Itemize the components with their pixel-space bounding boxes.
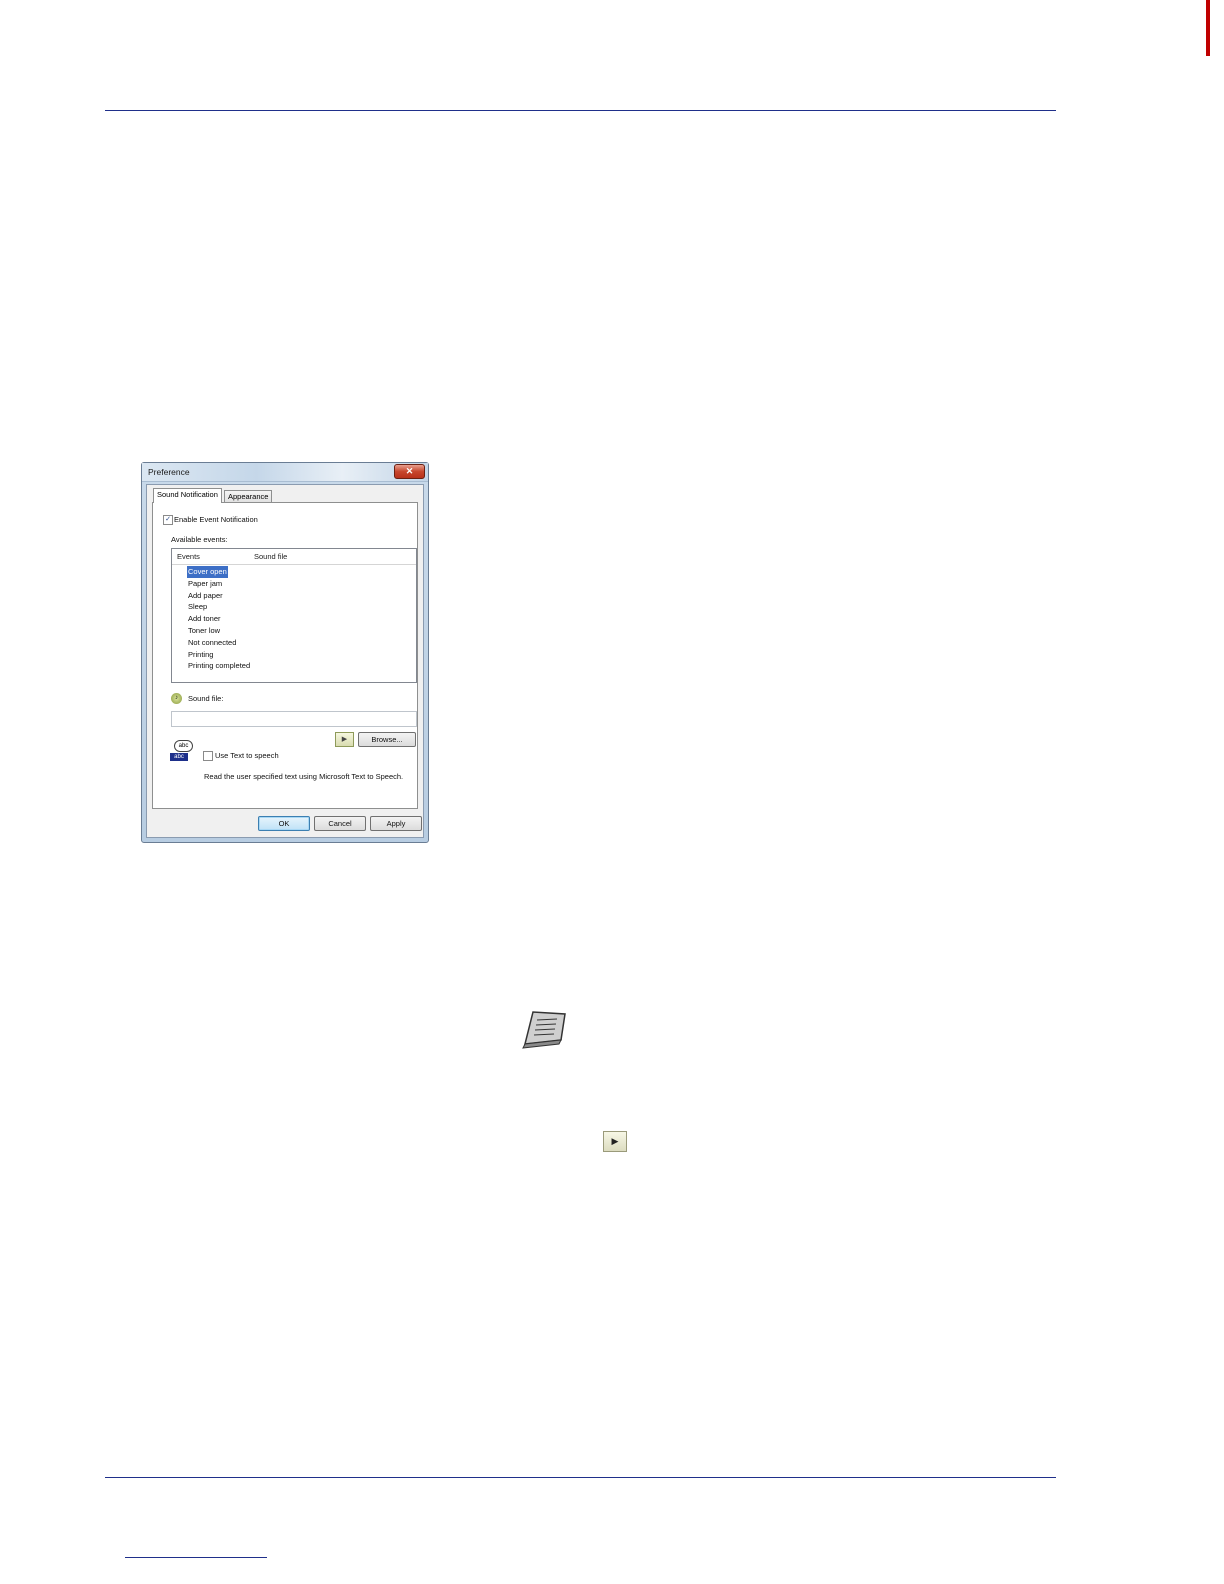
footer-link-underline [125, 1557, 267, 1558]
list-item[interactable]: Not connected [187, 637, 251, 649]
header-rule [105, 110, 1056, 111]
event-label: Cover open [187, 566, 228, 578]
list-item[interactable]: Add toner [187, 613, 251, 625]
enable-event-notification-checkbox[interactable]: ✓ [163, 515, 173, 525]
enable-event-notification-label[interactable]: Enable Event Notification [174, 515, 258, 524]
list-item[interactable]: Sleep [187, 601, 251, 613]
browse-button[interactable]: Browse... [358, 732, 416, 747]
events-listview[interactable]: Events Sound file Cover open Paper jam A… [171, 548, 417, 683]
list-item[interactable]: Paper jam [187, 578, 251, 590]
list-item[interactable]: Add paper [187, 590, 251, 602]
play-button[interactable]: ▶ [335, 732, 354, 747]
inline-play-icon: ▶ [603, 1131, 627, 1152]
text-to-speech-icon: abc abc [170, 740, 193, 762]
listview-header: Events Sound file [172, 549, 416, 565]
speaker-icon: ♪ [171, 693, 182, 704]
play-icon: ▶ [341, 736, 348, 743]
column-header-sound-file[interactable]: Sound file [254, 552, 287, 561]
note-icon [522, 1011, 566, 1049]
events-list: Cover open Paper jam Add paper Sleep Add… [187, 566, 251, 672]
dialog-title: Preference [148, 467, 190, 477]
use-text-to-speech-checkbox[interactable] [203, 751, 213, 761]
ok-button[interactable]: OK [258, 816, 310, 831]
list-item[interactable]: Printing [187, 649, 251, 661]
tts-icon-bottom: abc [170, 753, 188, 761]
close-button[interactable]: ✕ [394, 464, 425, 479]
list-item[interactable]: Toner low [187, 625, 251, 637]
close-icon: ✕ [405, 466, 414, 476]
column-header-events[interactable]: Events [177, 552, 200, 561]
play-icon: ▶ [611, 1136, 619, 1146]
list-item[interactable]: Cover open [187, 566, 251, 578]
dialog-client-area: Sound Notification Appearance ✓ Enable E… [146, 484, 424, 838]
sound-file-label: Sound file: [188, 694, 224, 703]
sound-file-input[interactable] [171, 711, 417, 727]
tts-icon-top: abc [174, 740, 193, 752]
dialog-titlebar[interactable]: Preference ✕ [142, 463, 428, 482]
tab-sound-notification[interactable]: Sound Notification [153, 488, 222, 503]
cancel-button[interactable]: Cancel [314, 816, 366, 831]
apply-button[interactable]: Apply [370, 816, 422, 831]
chapter-edge-mark [1206, 0, 1210, 56]
preference-dialog: Preference ✕ Sound Notification Appearan… [141, 462, 429, 843]
tab-panel: ✓ Enable Event Notification Available ev… [152, 502, 418, 809]
list-item[interactable]: Printing completed [187, 660, 251, 672]
use-text-to-speech-label[interactable]: Use Text to speech [215, 751, 279, 760]
text-to-speech-description: Read the user specified text using Micro… [204, 772, 404, 781]
footer-rule [105, 1477, 1056, 1478]
available-events-label: Available events: [171, 535, 228, 544]
